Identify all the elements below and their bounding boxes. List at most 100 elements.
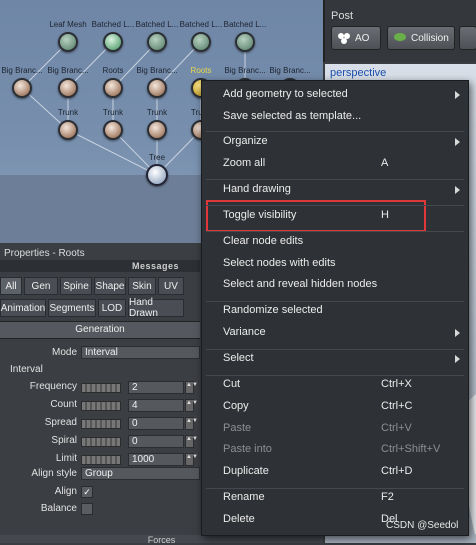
- menu-item-save-selected-as-template[interactable]: Save selected as template...: [223, 110, 361, 122]
- menu-item-delete[interactable]: Delete: [223, 513, 255, 525]
- limit-slider[interactable]: [81, 455, 121, 465]
- menu-item-paste[interactable]: Paste: [223, 422, 251, 434]
- menu-shortcut-rename: F2: [381, 491, 394, 503]
- ao-button[interactable]: AO: [331, 26, 381, 50]
- generation-header[interactable]: Generation: [0, 321, 200, 339]
- forces-label: Forces: [147, 535, 176, 545]
- align-checkbox[interactable]: ✓: [81, 486, 93, 498]
- menu-item-select[interactable]: Select: [223, 352, 254, 364]
- tab-gen[interactable]: Gen: [24, 277, 58, 295]
- spiral-spinner[interactable]: ▲▼: [185, 435, 198, 448]
- limit-spinner[interactable]: ▲▼: [185, 453, 198, 466]
- menu-item-copy[interactable]: Copy: [223, 400, 249, 412]
- menu-separator: [206, 375, 464, 376]
- graph-node-label: Batched L...: [223, 20, 267, 29]
- menu-item-paste-into[interactable]: Paste into: [223, 443, 272, 455]
- graph-node-label: Trunk: [146, 108, 168, 117]
- graph-node[interactable]: [58, 32, 78, 52]
- graph-node[interactable]: [147, 78, 167, 98]
- limit-input[interactable]: 1000: [128, 453, 184, 466]
- frequency-slider[interactable]: [81, 383, 121, 393]
- submenu-arrow-icon: [455, 329, 460, 337]
- submenu-arrow-icon: [455, 355, 460, 363]
- tab-hand-drawn[interactable]: Hand Drawn: [128, 297, 184, 319]
- menu-item-cut[interactable]: Cut: [223, 378, 240, 390]
- menu-item-zoom-all[interactable]: Zoom all: [223, 157, 265, 169]
- menu-item-organize[interactable]: Organize: [223, 135, 268, 147]
- graph-node[interactable]: [12, 78, 32, 98]
- menu-shortcut-cut: Ctrl+X: [381, 378, 412, 390]
- count-label: Count: [50, 399, 77, 410]
- graph-node[interactable]: [103, 120, 123, 140]
- menu-item-clear-node-edits[interactable]: Clear node edits: [223, 235, 303, 247]
- menu-item-hand-drawing[interactable]: Hand drawing: [223, 183, 291, 195]
- more-post-button[interactable]: [459, 26, 476, 50]
- spiral-slider[interactable]: [81, 437, 121, 447]
- tab-lod[interactable]: LOD: [98, 299, 126, 317]
- graph-node-label: Trunk: [57, 108, 79, 117]
- menu-item-variance[interactable]: Variance: [223, 326, 266, 338]
- spread-input[interactable]: 0: [128, 417, 184, 430]
- limit-label: Limit: [55, 453, 77, 464]
- forces-header[interactable]: Forces: [0, 535, 323, 545]
- graph-node[interactable]: [146, 164, 168, 186]
- graph-node[interactable]: [103, 78, 123, 98]
- spread-spinner[interactable]: ▲▼: [185, 417, 198, 430]
- balance-checkbox[interactable]: [81, 503, 93, 515]
- menu-separator: [206, 301, 464, 302]
- menu-item-duplicate[interactable]: Duplicate: [223, 465, 269, 477]
- spread-slider[interactable]: [81, 419, 121, 429]
- align-style-select[interactable]: Group: [81, 467, 200, 480]
- tab-animation[interactable]: Animation: [0, 299, 46, 317]
- menu-shortcut-paste-into: Ctrl+Shift+V: [381, 443, 441, 455]
- ao-label: AO: [355, 32, 370, 44]
- tab-segments[interactable]: Segments: [48, 299, 96, 317]
- mode-select[interactable]: Interval: [81, 346, 200, 359]
- tab-skin[interactable]: Skin: [128, 277, 156, 295]
- graph-node-label: Roots: [102, 66, 124, 75]
- menu-shortcut-copy: Ctrl+C: [381, 400, 413, 412]
- menu-item-rename[interactable]: Rename: [223, 491, 265, 503]
- count-spinner[interactable]: ▲▼: [185, 399, 198, 412]
- align-style-label: Align style: [31, 468, 77, 479]
- graph-node[interactable]: [191, 32, 211, 52]
- graph-node[interactable]: [147, 32, 167, 52]
- menu-separator: [206, 179, 464, 180]
- frequency-spinner[interactable]: ▲▼: [185, 381, 198, 394]
- tab-spine[interactable]: Spine: [60, 277, 92, 295]
- menu-separator: [206, 131, 464, 132]
- submenu-arrow-icon: [455, 186, 460, 194]
- menu-shortcut-zoom-all: A: [381, 157, 389, 169]
- graph-node[interactable]: [103, 32, 123, 52]
- tab-uv[interactable]: UV: [158, 277, 184, 295]
- graph-node-label: Batched L...: [91, 20, 135, 29]
- frequency-input[interactable]: 2: [128, 381, 184, 394]
- graph-node[interactable]: [147, 120, 167, 140]
- graph-node-label: Big Branc...: [1, 66, 43, 75]
- tab-all[interactable]: All: [0, 277, 22, 295]
- align-label: Align: [54, 486, 77, 497]
- count-input[interactable]: 4: [128, 399, 184, 412]
- leaf-icon: [393, 31, 407, 46]
- graph-node-label: Big Branc...: [269, 66, 311, 75]
- menu-item-select-nodes-with-edits[interactable]: Select nodes with edits: [223, 257, 336, 269]
- menu-item-toggle-visibility[interactable]: Toggle visibility: [223, 209, 296, 221]
- collision-button[interactable]: Collision: [387, 26, 455, 50]
- menu-item-add-geometry-to-selected[interactable]: Add geometry to selected: [223, 88, 348, 100]
- spiral-input[interactable]: 0: [128, 435, 184, 448]
- graph-node[interactable]: [235, 32, 255, 52]
- menu-item-select-and-reveal-hidden-nodes[interactable]: Select and reveal hidden nodes: [223, 278, 377, 290]
- submenu-arrow-icon: [455, 91, 460, 99]
- tab-shape[interactable]: Shape: [94, 277, 126, 295]
- graph-node-label: Roots: [190, 66, 212, 75]
- graph-node[interactable]: [58, 78, 78, 98]
- menu-separator: [206, 205, 464, 206]
- graph-node-label: Batched L...: [179, 20, 223, 29]
- graph-node-label: Tree: [148, 153, 166, 162]
- menu-item-randomize-selected[interactable]: Randomize selected: [223, 304, 323, 316]
- interval-label: Interval: [10, 364, 43, 375]
- spiral-label: Spiral: [51, 435, 77, 446]
- graph-node[interactable]: [58, 120, 78, 140]
- graph-node-label: Trunk: [102, 108, 124, 117]
- count-slider[interactable]: [81, 401, 121, 411]
